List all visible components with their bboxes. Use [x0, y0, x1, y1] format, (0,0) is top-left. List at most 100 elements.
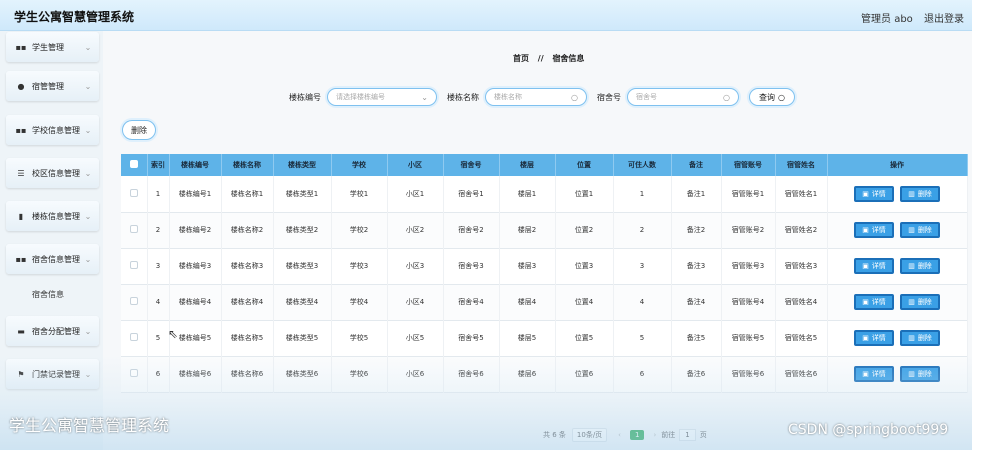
table-cell: 2 — [147, 212, 170, 248]
app-window: 学生公寓智慧管理系统 管理员 abo 退出登录 ▪▪ 学生管理 ⌄ ● 宿管管理… — [0, 0, 972, 450]
table-cell: 备注5 — [671, 320, 722, 356]
table-cell: 学校3 — [331, 248, 388, 284]
row-select-cell[interactable] — [121, 248, 148, 284]
current-page-button[interactable]: 1 — [629, 430, 645, 440]
select-all-checkbox[interactable] — [129, 160, 138, 168]
building-code-select[interactable]: 请选择楼栋编号 ⌄ — [327, 88, 437, 106]
detail-button[interactable]: ▣ 详情 — [854, 258, 894, 274]
watermark-csdn: CSDN @springboot999 — [788, 422, 949, 438]
detail-icon: ▣ — [862, 370, 869, 378]
pagination: 共 6 条 10条/页 ‹ 1 › 前往 1 页 — [543, 428, 707, 442]
batch-delete-button[interactable]: 删除 — [122, 120, 156, 140]
row-select-cell[interactable] — [121, 320, 148, 356]
table-cell: 楼层4 — [499, 284, 556, 320]
grid-icon: ▪▪ — [15, 254, 27, 264]
column-header: 位置 — [555, 154, 614, 176]
table-cell: 楼层5 — [499, 320, 556, 356]
column-header: 操作 — [827, 154, 968, 176]
sidebar-item-buildings[interactable]: ▮ 楼栋信息管理 ⌄ — [6, 201, 99, 231]
search-icon: ○ — [778, 92, 785, 102]
detail-button[interactable]: ▣ 详情 — [854, 185, 894, 202]
trash-icon: ▥ — [908, 370, 915, 378]
delete-button-label: 删除 — [917, 298, 932, 306]
sliders-icon: ☰ — [17, 168, 25, 178]
sidebar-item-label: 楼栋信息管理 — [32, 211, 80, 221]
table-cell: 宿舍号1 — [443, 176, 500, 212]
row-checkbox[interactable] — [129, 333, 138, 341]
table-cell: 备注6 — [671, 356, 722, 392]
table-cell: 5 — [147, 320, 170, 356]
table-cell: 小区1 — [387, 176, 444, 212]
chevron-down-icon: ⌄ — [84, 125, 92, 135]
select-all-header[interactable] — [121, 154, 148, 176]
sidebar-subitem-dorm-info[interactable]: 宿舍信息 — [6, 282, 99, 306]
detail-icon: ▣ — [862, 226, 869, 234]
row-delete-button[interactable]: ▥ 删除 — [900, 222, 940, 238]
prev-page-icon[interactable]: ‹ — [618, 431, 621, 439]
detail-button[interactable]: ▣ 详情 — [854, 222, 894, 238]
mouse-cursor-icon: ⇖ — [168, 327, 179, 341]
table-cell: 备注1 — [671, 176, 722, 212]
breadcrumb-home[interactable]: 首页 — [513, 54, 529, 63]
table-cell: 位置4 — [555, 284, 614, 320]
sidebar-item-label: 校区信息管理 — [32, 168, 80, 178]
next-page-icon[interactable]: › — [653, 431, 656, 439]
row-delete-button[interactable]: ▥ 删除 — [900, 294, 940, 310]
row-actions: ▣ 详情 ▥ 删除 — [827, 176, 968, 212]
query-button[interactable]: 查询 ○ — [749, 88, 795, 106]
row-checkbox[interactable] — [129, 225, 138, 233]
building-name-input[interactable]: 楼栋名称 ○ — [485, 88, 587, 106]
row-delete-button[interactable]: ▥ 删除 — [900, 366, 940, 382]
table-cell: 学校5 — [331, 320, 388, 356]
row-checkbox[interactable] — [129, 369, 138, 377]
row-delete-button[interactable]: ▥ 删除 — [900, 258, 940, 274]
detail-button[interactable]: ▣ 详情 — [854, 366, 894, 382]
sidebar-item-dorm-allocation[interactable]: ▬ 宿舍分配管理 ⌄ — [6, 316, 99, 346]
sidebar-item-access-records[interactable]: ⚑ 门禁记录管理 ⌄ — [6, 359, 99, 389]
table-cell: 楼栋名称1 — [221, 176, 274, 212]
table-cell: 小区2 — [387, 212, 444, 248]
row-select-cell[interactable] — [121, 176, 148, 212]
table-cell: 小区6 — [387, 356, 444, 392]
table-cell: 宿舍号4 — [443, 284, 500, 320]
table-cell: 楼栋名称5 — [221, 320, 274, 356]
logout-link[interactable]: 退出登录 — [924, 14, 964, 25]
detail-button[interactable]: ▣ 详情 — [854, 330, 894, 346]
room-placeholder: 宿舍号 — [636, 93, 657, 101]
chevron-down-icon: ⌄ — [84, 369, 92, 379]
row-select-cell[interactable] — [121, 356, 148, 392]
table-cell: 3 — [613, 248, 672, 284]
row-checkbox[interactable] — [129, 188, 138, 197]
current-user: 管理员 abo — [861, 14, 913, 25]
row-select-cell[interactable] — [121, 212, 148, 248]
building-name-label: 楼栋名称 — [447, 92, 479, 102]
goto-page-input[interactable]: 1 — [679, 429, 696, 441]
page-size-select[interactable]: 10条/页 — [571, 428, 608, 442]
row-select-cell[interactable] — [121, 284, 148, 320]
detail-icon: ▣ — [862, 298, 869, 306]
row-delete-button[interactable]: ▥ 删除 — [900, 185, 940, 202]
table-row: 3 楼栋编号3 楼栋名称3 楼栋类型3 学校3 小区3 宿舍号3 楼层3 位置3 3 备注3 宿管账号… — [121, 248, 968, 284]
table-cell: 4 — [613, 284, 672, 320]
sidebar-item-campuses[interactable]: ☰ 校区信息管理 ⌄ — [6, 158, 99, 188]
sidebar-item-dorm-managers[interactable]: ● 宿管管理 ⌄ — [6, 71, 99, 101]
column-header: 宿管姓名 — [775, 154, 828, 176]
table-cell: 位置1 — [555, 176, 614, 212]
sidebar-item-schools[interactable]: ▪▪ 学校信息管理 ⌄ — [6, 115, 99, 145]
detail-button[interactable]: ▣ 详情 — [854, 294, 894, 310]
table-cell: 宿管姓名1 — [775, 176, 828, 212]
grid-icon: ▪▪ — [15, 42, 27, 52]
row-checkbox[interactable] — [129, 297, 138, 305]
delete-button-label: 删除 — [917, 189, 932, 198]
table-cell: 小区5 — [387, 320, 444, 356]
sidebar-item-dorms[interactable]: ▪▪ 宿舍信息管理 ⌄ — [6, 244, 99, 274]
table-cell: 楼层3 — [499, 248, 556, 284]
room-input[interactable]: 宿舍号 ○ — [627, 88, 739, 106]
table-cell: 备注2 — [671, 212, 722, 248]
row-delete-button[interactable]: ▥ 删除 — [900, 330, 940, 346]
chevron-down-icon: ⌄ — [84, 326, 92, 336]
row-checkbox[interactable] — [129, 261, 138, 269]
table-cell: 宿管账号5 — [721, 320, 776, 356]
sidebar-item-students[interactable]: ▪▪ 学生管理 ⌄ — [6, 32, 99, 62]
room-label: 宿舍号 — [597, 92, 621, 102]
